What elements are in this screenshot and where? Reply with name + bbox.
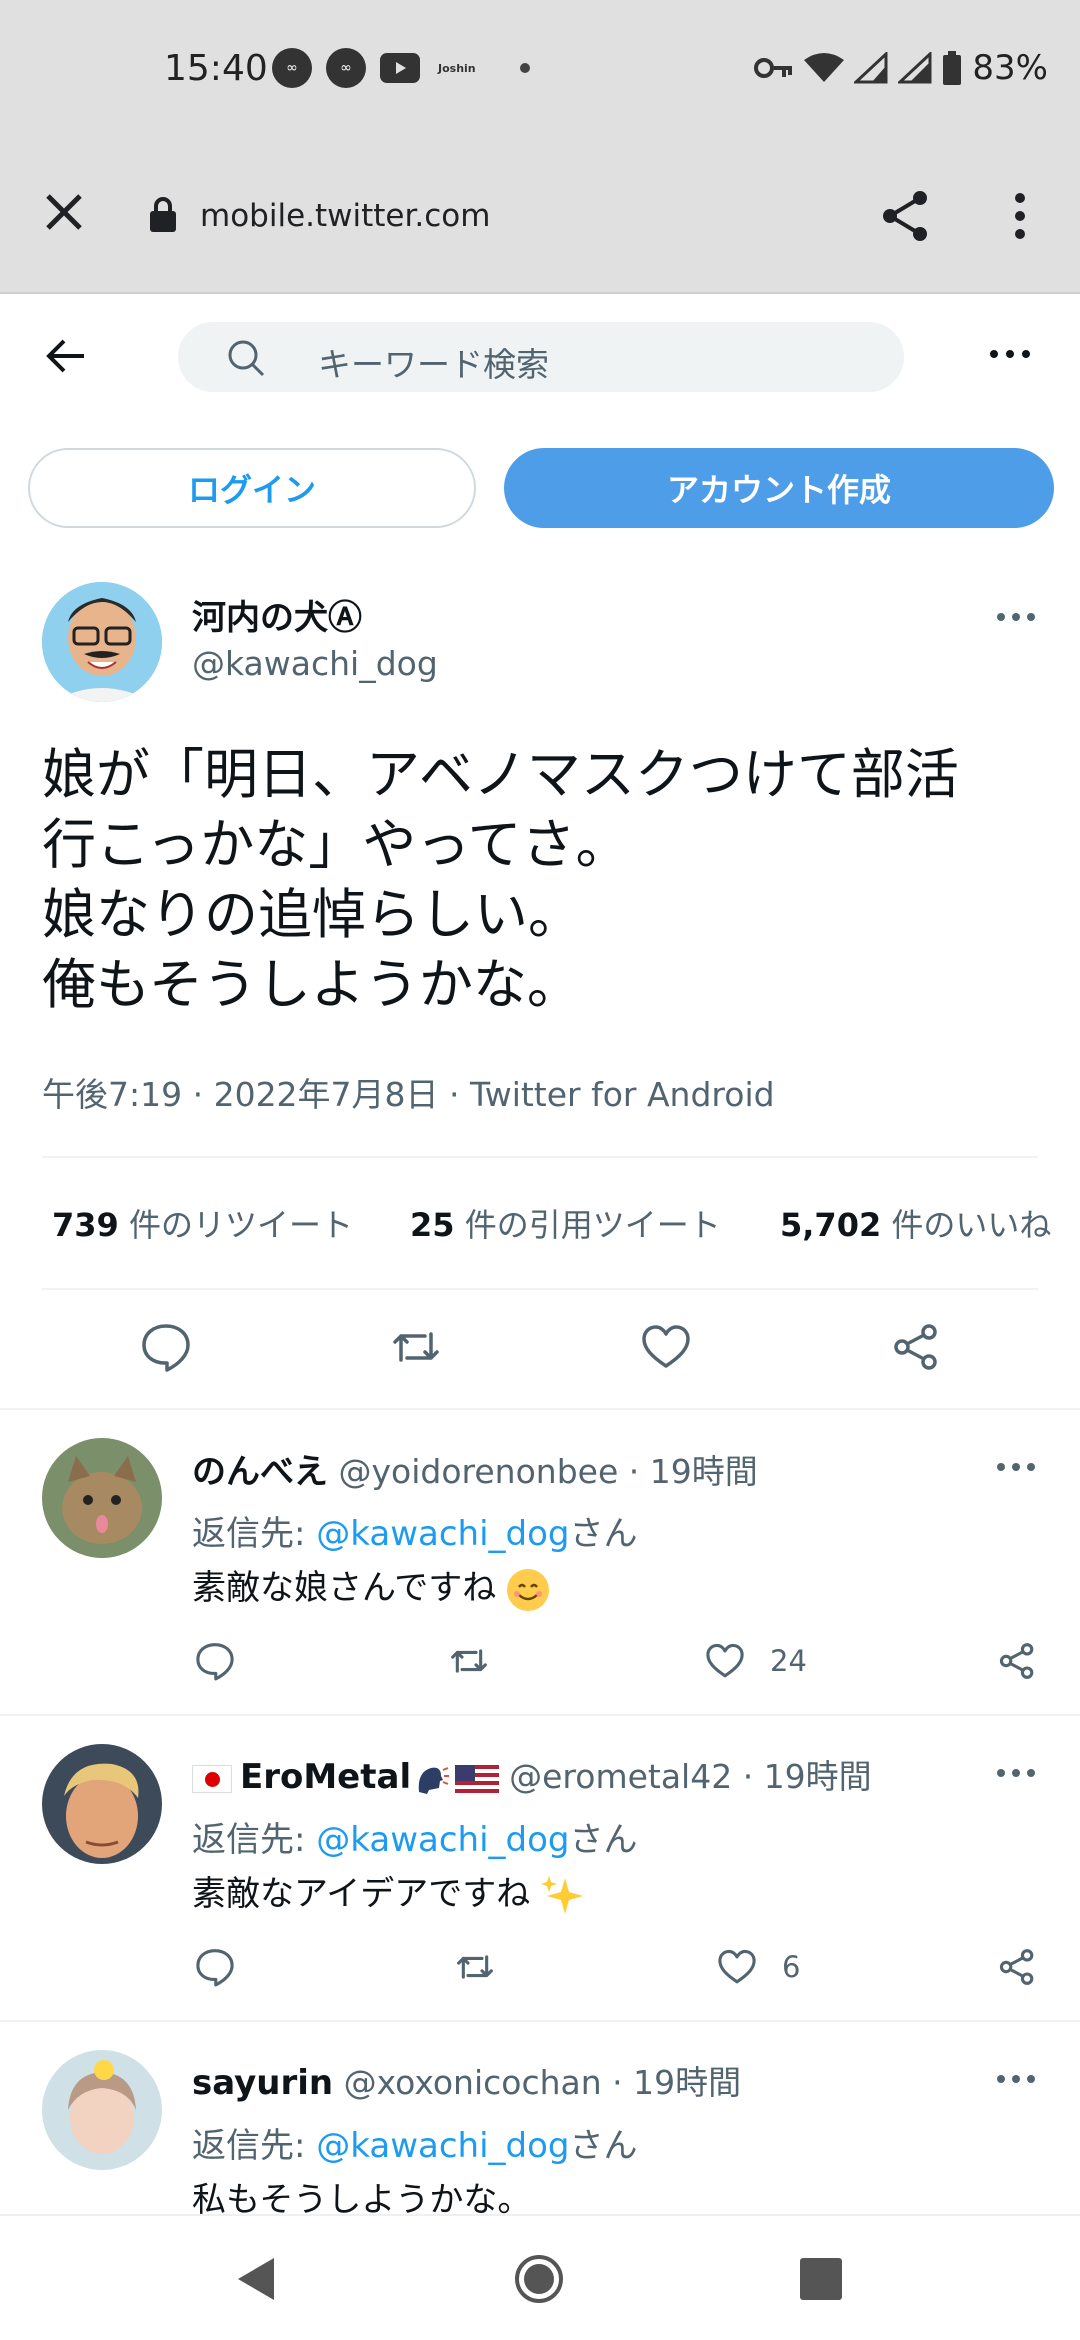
reply-text: 素敵なアイデアですね — [192, 1866, 585, 1918]
back-arrow-icon[interactable] — [44, 336, 88, 376]
reply-icon[interactable] — [139, 1320, 193, 1374]
share-icon[interactable] — [996, 1946, 1038, 1988]
browser-toolbar: mobile.twitter.com — [0, 140, 1080, 294]
lock-icon[interactable] — [148, 197, 178, 233]
reply-author-name[interactable]: のんべえ — [192, 1452, 328, 1492]
reply-header[interactable]: のんべえ @yoidorenonbee · 19時間 — [192, 1444, 758, 1493]
mention-link[interactable]: @kawachi_dog — [316, 1820, 569, 1860]
battery-icon — [943, 51, 962, 85]
divider — [42, 1156, 1038, 1158]
quotes-stat[interactable]: 25 件の引用ツイート — [410, 1200, 721, 1246]
reply-author-handle[interactable]: @yoidorenonbee — [339, 1452, 619, 1491]
like-count: 24 — [770, 1644, 807, 1678]
reply-icon[interactable] — [194, 1640, 236, 1682]
replying-to: 返信先: @kawachi_dogさん — [192, 1820, 638, 1860]
like-icon[interactable] — [704, 1640, 746, 1682]
reply-more-icon[interactable] — [996, 2072, 1036, 2086]
search-placeholder: キーワード検索 — [318, 345, 549, 384]
signal-icon — [854, 52, 888, 84]
reply-author-name[interactable]: sayurin — [192, 2063, 333, 2103]
dot-icon — [519, 63, 530, 73]
battery-percent: 83% — [972, 48, 1048, 88]
tweet-more-icon[interactable] — [996, 610, 1036, 624]
mention-link[interactable]: @kawachi_dog — [316, 2126, 569, 2166]
reply-avatar[interactable] — [42, 1438, 162, 1558]
separator — [0, 2020, 1080, 2022]
joshin-icon: Joshin — [438, 61, 476, 75]
tweet-text: 娘が「明日、アベノマスクつけて部活 行こっかな」やってさ。 娘なりの追悼らしい。… — [42, 743, 959, 1016]
nav-recents-icon[interactable] — [800, 2258, 842, 2300]
notification-icons: ∞ ∞ Joshin — [272, 48, 530, 88]
separator — [0, 1408, 1080, 1410]
divider — [42, 1288, 1038, 1290]
overflow-menu-icon[interactable] — [1010, 192, 1030, 240]
separator — [0, 1714, 1080, 1716]
author-name[interactable]: 河内の犬Ⓐ — [192, 590, 362, 639]
smiling-emoji-icon — [507, 1568, 550, 1611]
retweet-icon[interactable] — [448, 1640, 490, 1682]
reply-icon[interactable] — [194, 1946, 236, 1988]
reply-avatar[interactable] — [42, 1744, 162, 1864]
reply-more-icon[interactable] — [996, 1460, 1036, 1474]
search-input[interactable]: キーワード検索 — [178, 322, 904, 392]
app-circle-icon: ∞ — [272, 48, 312, 88]
avatar[interactable] — [42, 582, 162, 702]
reply-more-icon[interactable] — [996, 1766, 1036, 1780]
retweet-icon[interactable] — [389, 1320, 443, 1374]
url-text[interactable]: mobile.twitter.com — [200, 198, 490, 234]
reply-author-name[interactable]: EroMetal — [240, 1757, 411, 1797]
sparkles-icon — [541, 1874, 585, 1918]
app-circle-icon: ∞ — [326, 48, 366, 88]
retweet-icon[interactable] — [454, 1946, 496, 1988]
wifi-icon — [804, 53, 845, 82]
like-count: 6 — [782, 1950, 801, 1984]
usa-flag-icon — [455, 1764, 500, 1793]
reply-header[interactable]: sayurin @xoxonicochan · 19時間 — [192, 2056, 741, 2104]
system-indicators: 83% — [754, 48, 1048, 88]
tweet-actions — [0, 1320, 1080, 1374]
japan-flag-icon — [192, 1764, 232, 1793]
reply-text: 素敵な娘さんですね — [192, 1560, 550, 1611]
more-options-icon[interactable] — [988, 344, 1032, 364]
key-icon — [754, 58, 793, 78]
reply-avatar[interactable] — [42, 2050, 162, 2170]
reply-author-handle[interactable]: @erometal42 — [509, 1757, 732, 1796]
nav-home-icon[interactable] — [514, 2254, 564, 2304]
retweets-stat[interactable]: 739 件のリツイート — [52, 1200, 353, 1246]
like-icon[interactable] — [639, 1320, 693, 1374]
close-icon[interactable] — [40, 188, 88, 236]
youtube-icon — [380, 53, 420, 83]
nav-back-icon[interactable] — [234, 2254, 278, 2304]
share-icon[interactable] — [889, 1320, 943, 1374]
speaking-head-icon — [415, 1762, 450, 1796]
signup-button[interactable]: アカウント作成 — [504, 448, 1054, 528]
author-handle[interactable]: @kawachi_dog — [192, 644, 438, 683]
search-icon — [228, 340, 265, 377]
reply-time: · 19時間 — [601, 2063, 742, 2102]
reply-author-handle[interactable]: @xoxonicochan — [344, 2063, 602, 2102]
mention-link[interactable]: @kawachi_dog — [316, 1514, 569, 1554]
reply-time: · 19時間 — [732, 1757, 872, 1796]
signal-icon — [898, 52, 932, 84]
status-time: 15:40 — [164, 48, 268, 89]
like-icon[interactable] — [716, 1946, 758, 1988]
reply-header[interactable]: EroMetal @erometal42 · 19時間 — [192, 1750, 872, 1798]
system-nav-bar — [0, 2214, 1080, 2340]
likes-stat[interactable]: 5,702 件のいいね — [780, 1200, 1051, 1246]
reply-time: · 19時間 — [618, 1452, 758, 1491]
share-icon[interactable] — [878, 188, 934, 244]
status-bar: 15:40 ∞ ∞ Joshin 83% — [0, 0, 1080, 140]
replying-to: 返信先: @kawachi_dogさん — [192, 2126, 638, 2166]
replying-to: 返信先: @kawachi_dogさん — [192, 1514, 638, 1554]
login-button[interactable]: ログイン — [28, 448, 476, 528]
share-icon[interactable] — [996, 1640, 1038, 1682]
tweet-timestamp[interactable]: 午後7:19 · 2022年7月8日 · Twitter for Android — [42, 1068, 775, 1116]
